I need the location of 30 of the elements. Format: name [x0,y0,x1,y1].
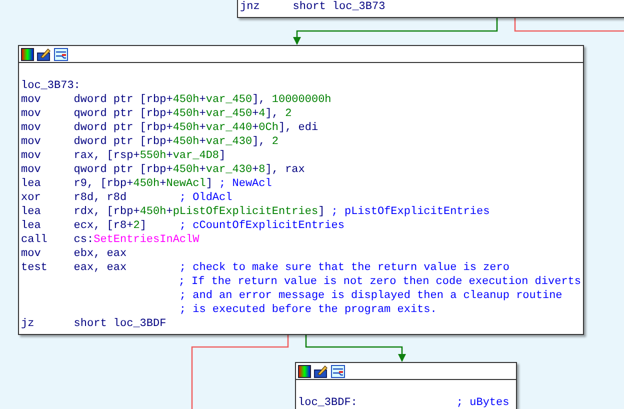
code-line: mov ebx, eax [21,246,127,262]
code-line: jz short loc_3BDF [21,316,166,332]
pencil-icon[interactable] [37,48,51,60]
code-comment: ; and an error message is displayed then a cleanup routine [179,288,562,304]
code-line: mov rax, [rsp+550h+var_4D8] [21,148,226,164]
code-comment: ; If the return value is not zero then code execution diverts [178,274,581,290]
code-line: lea r9, [rbp+450h+NewAcl] ; NewAcl [21,176,272,192]
palette-icon[interactable] [298,364,311,378]
code-label: loc_3BDF: [298,396,358,409]
code-line: xor r8d, r8d [21,190,128,206]
palette-icon[interactable] [21,48,34,60]
code-line: test eax, eax [21,260,128,276]
code-line: mov dword ptr [rbp+450h+var_450], 10000000h [21,92,332,108]
code-comment: ; cCountOfExplicitEntries [179,218,344,234]
code-comment: ; OldAcl [179,190,232,206]
code-comment: ; check to make sure that the return value is zero [179,260,510,276]
code-line: mov qword ptr [rbp+450h+var_450+4], 2 [21,106,292,122]
code-comment: ; uBytes [456,396,510,409]
code-line: mov dword ptr [rbp+450h+var_430], 2 [21,134,278,150]
code-label: loc_3B73: [21,78,80,94]
code-comment: ; is executed before the program exits. [179,302,437,318]
code-line: mov qword ptr [rbp+450h+var_430+8], rax [21,162,305,178]
code-line: lea rdx, [rbp+450h+pListOfExplicitEntries] ; pListOfExplicitEntries [21,204,490,220]
pencil-icon[interactable] [314,364,328,378]
code-line: lea ecx, [r8+2] [21,218,148,234]
code-line: mov dword ptr [rbp+450h+var_440+0Ch], edi [21,120,318,136]
graph-icon[interactable] [331,364,345,378]
code-line: call cs:SetEntriesInAclW [21,232,200,248]
graph-icon[interactable] [54,48,68,60]
code-line: jnz short loc_3B73 [240,0,386,15]
